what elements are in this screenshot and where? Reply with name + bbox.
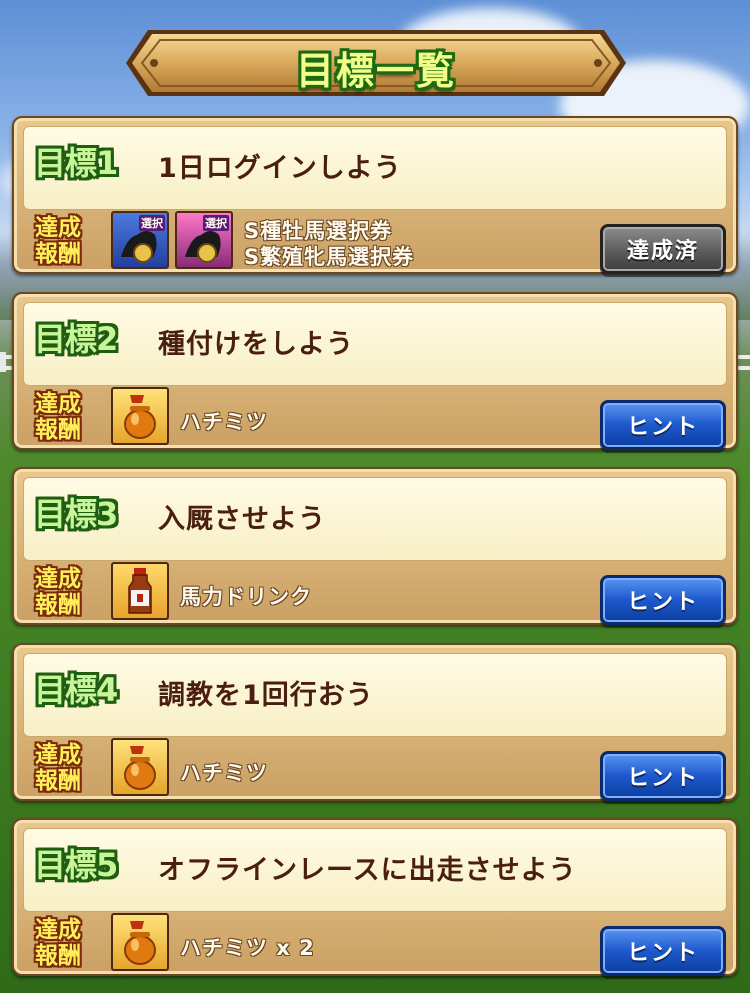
goal-description: オフラインレースに出走させよう [158, 855, 577, 886]
hint-button[interactable]: ヒント [600, 751, 726, 801]
page-title: 目標一覧 [295, 49, 456, 93]
goal-description: 種付けをしよう [158, 329, 354, 360]
reward-name: S種牡馬選択券 S繁殖牝馬選択券 [244, 218, 414, 270]
reward-line: S繁殖牝馬選択券 [244, 245, 415, 269]
reward-badge-text: 達成 [35, 215, 81, 241]
goal-card: 目標5 オフラインレースに出走させよう達成 報酬 ハチミツ x 2 ヒント [12, 818, 738, 976]
reward-badge-text: 達成 [35, 566, 81, 592]
reward-badge-text: 報酬 [35, 768, 81, 794]
reward-name: ハチミツ [180, 757, 268, 787]
reward-badge-text: 報酬 [35, 592, 81, 618]
reward-badge: 達成 報酬 [28, 914, 88, 972]
drink-bottle-icon [111, 562, 169, 620]
goal-card: 目標3 入厩させよう達成 報酬 馬力ドリンク ヒント [12, 467, 738, 625]
goal-number-label: 目標4 [34, 671, 118, 709]
reward-line: S種牡馬選択券 [244, 219, 393, 243]
goal-header [23, 653, 727, 737]
reward-badge-text: 報酬 [35, 943, 81, 969]
goal-number-label: 目標5 [34, 846, 118, 884]
reward-badge: 達成 報酬 [28, 563, 88, 621]
honey-jar-icon [111, 738, 169, 796]
reward-badge-text: 達成 [35, 391, 81, 417]
select-tag: 選択 [203, 215, 229, 231]
hint-button[interactable]: ヒント [600, 400, 726, 450]
reward-name: 馬力ドリンク [180, 581, 312, 611]
reward-line: ハチミツ [180, 761, 268, 785]
goal-card: 目標2 種付けをしよう達成 報酬 ハチミツ ヒント [12, 292, 738, 450]
goal-description: 1日ログインしよう [158, 153, 402, 184]
title-banner: 目標一覧 [124, 28, 628, 98]
goal-card: 目標4 調教を1回行おう達成 報酬 ハチミツ ヒント [12, 643, 738, 801]
completed-button[interactable]: 達成済 [600, 224, 726, 274]
reward-badge: 達成 報酬 [28, 212, 88, 270]
goal-header [23, 477, 727, 561]
reward-badge-text: 報酬 [35, 417, 81, 443]
reward-badge-text: 達成 [35, 742, 81, 768]
honey-jar-icon [111, 387, 169, 445]
reward-line: 馬力ドリンク [180, 585, 312, 609]
ticket-broodmare-icon: 選択 [175, 211, 233, 269]
reward-line: ハチミツ x 2 [180, 936, 315, 960]
reward-badge: 達成 報酬 [28, 388, 88, 446]
reward-line: ハチミツ [180, 410, 268, 434]
reward-name: ハチミツ [180, 406, 268, 436]
reward-badge-text: 達成 [35, 917, 81, 943]
goal-number-label: 目標2 [34, 320, 118, 358]
goal-description: 入厩させよう [158, 504, 326, 535]
goal-description: 調教を1回行おう [158, 680, 374, 711]
goal-card: 目標1 1日ログインしよう達成 報酬 選択 選択 S種牡馬選択券 S繁殖牝馬選択券 達成済 [12, 116, 738, 274]
honey-jar-icon [111, 913, 169, 971]
reward-badge: 達成 報酬 [28, 739, 88, 797]
reward-name: ハチミツ x 2 [180, 932, 315, 962]
ticket-stallion-icon: 選択 [111, 211, 169, 269]
select-tag: 選択 [139, 215, 165, 231]
goal-number-label: 目標3 [34, 495, 118, 533]
hint-button[interactable]: ヒント [600, 575, 726, 625]
goal-number-label: 目標1 [34, 144, 118, 182]
hint-button[interactable]: ヒント [600, 926, 726, 976]
reward-badge-text: 報酬 [35, 241, 81, 267]
goal-header [23, 302, 727, 386]
